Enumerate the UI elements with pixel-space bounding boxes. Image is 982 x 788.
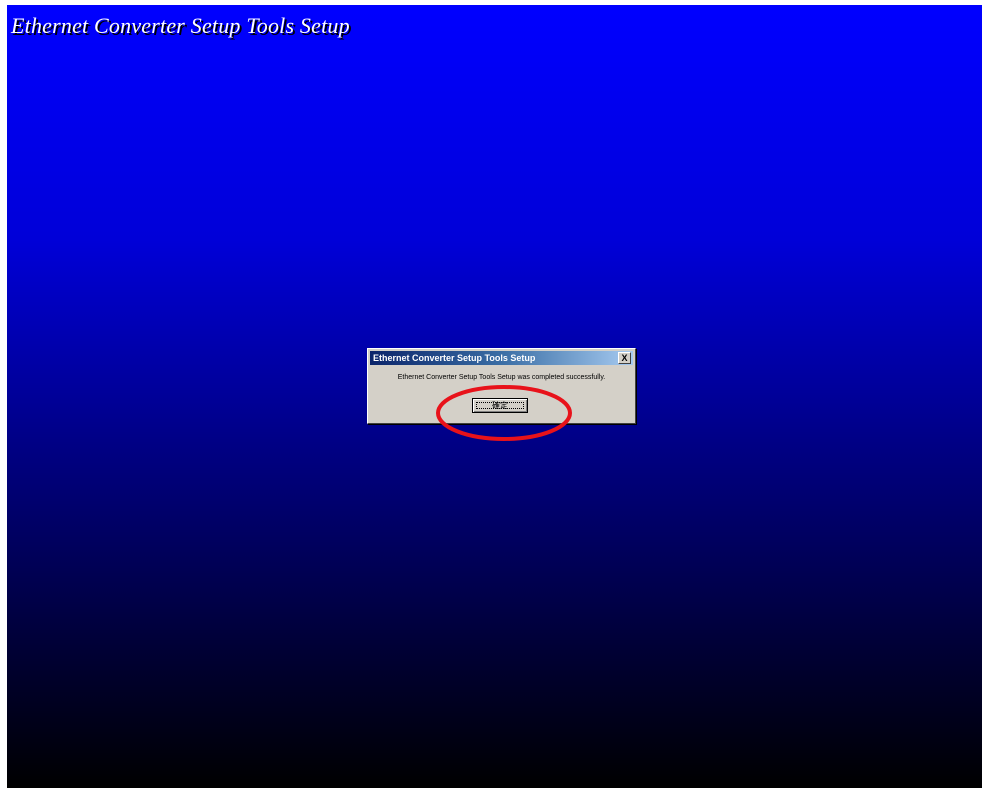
ok-button-label: 確定 [492, 401, 508, 410]
setup-window-title: Ethernet Converter Setup Tools Setup [11, 13, 350, 38]
dialog-message: Ethernet Converter Setup Tools Setup was… [397, 374, 606, 381]
dialog-titlebar[interactable]: Ethernet Converter Setup Tools Setup X [370, 351, 633, 365]
ok-button[interactable]: 確定 [472, 398, 528, 413]
close-icon: X [621, 353, 628, 363]
setup-background: Ethernet Converter Setup Tools Setup Eth… [7, 5, 982, 788]
completion-dialog: Ethernet Converter Setup Tools Setup X E… [367, 348, 636, 424]
close-button[interactable]: X [618, 352, 631, 364]
dialog-title: Ethernet Converter Setup Tools Setup [373, 353, 536, 363]
